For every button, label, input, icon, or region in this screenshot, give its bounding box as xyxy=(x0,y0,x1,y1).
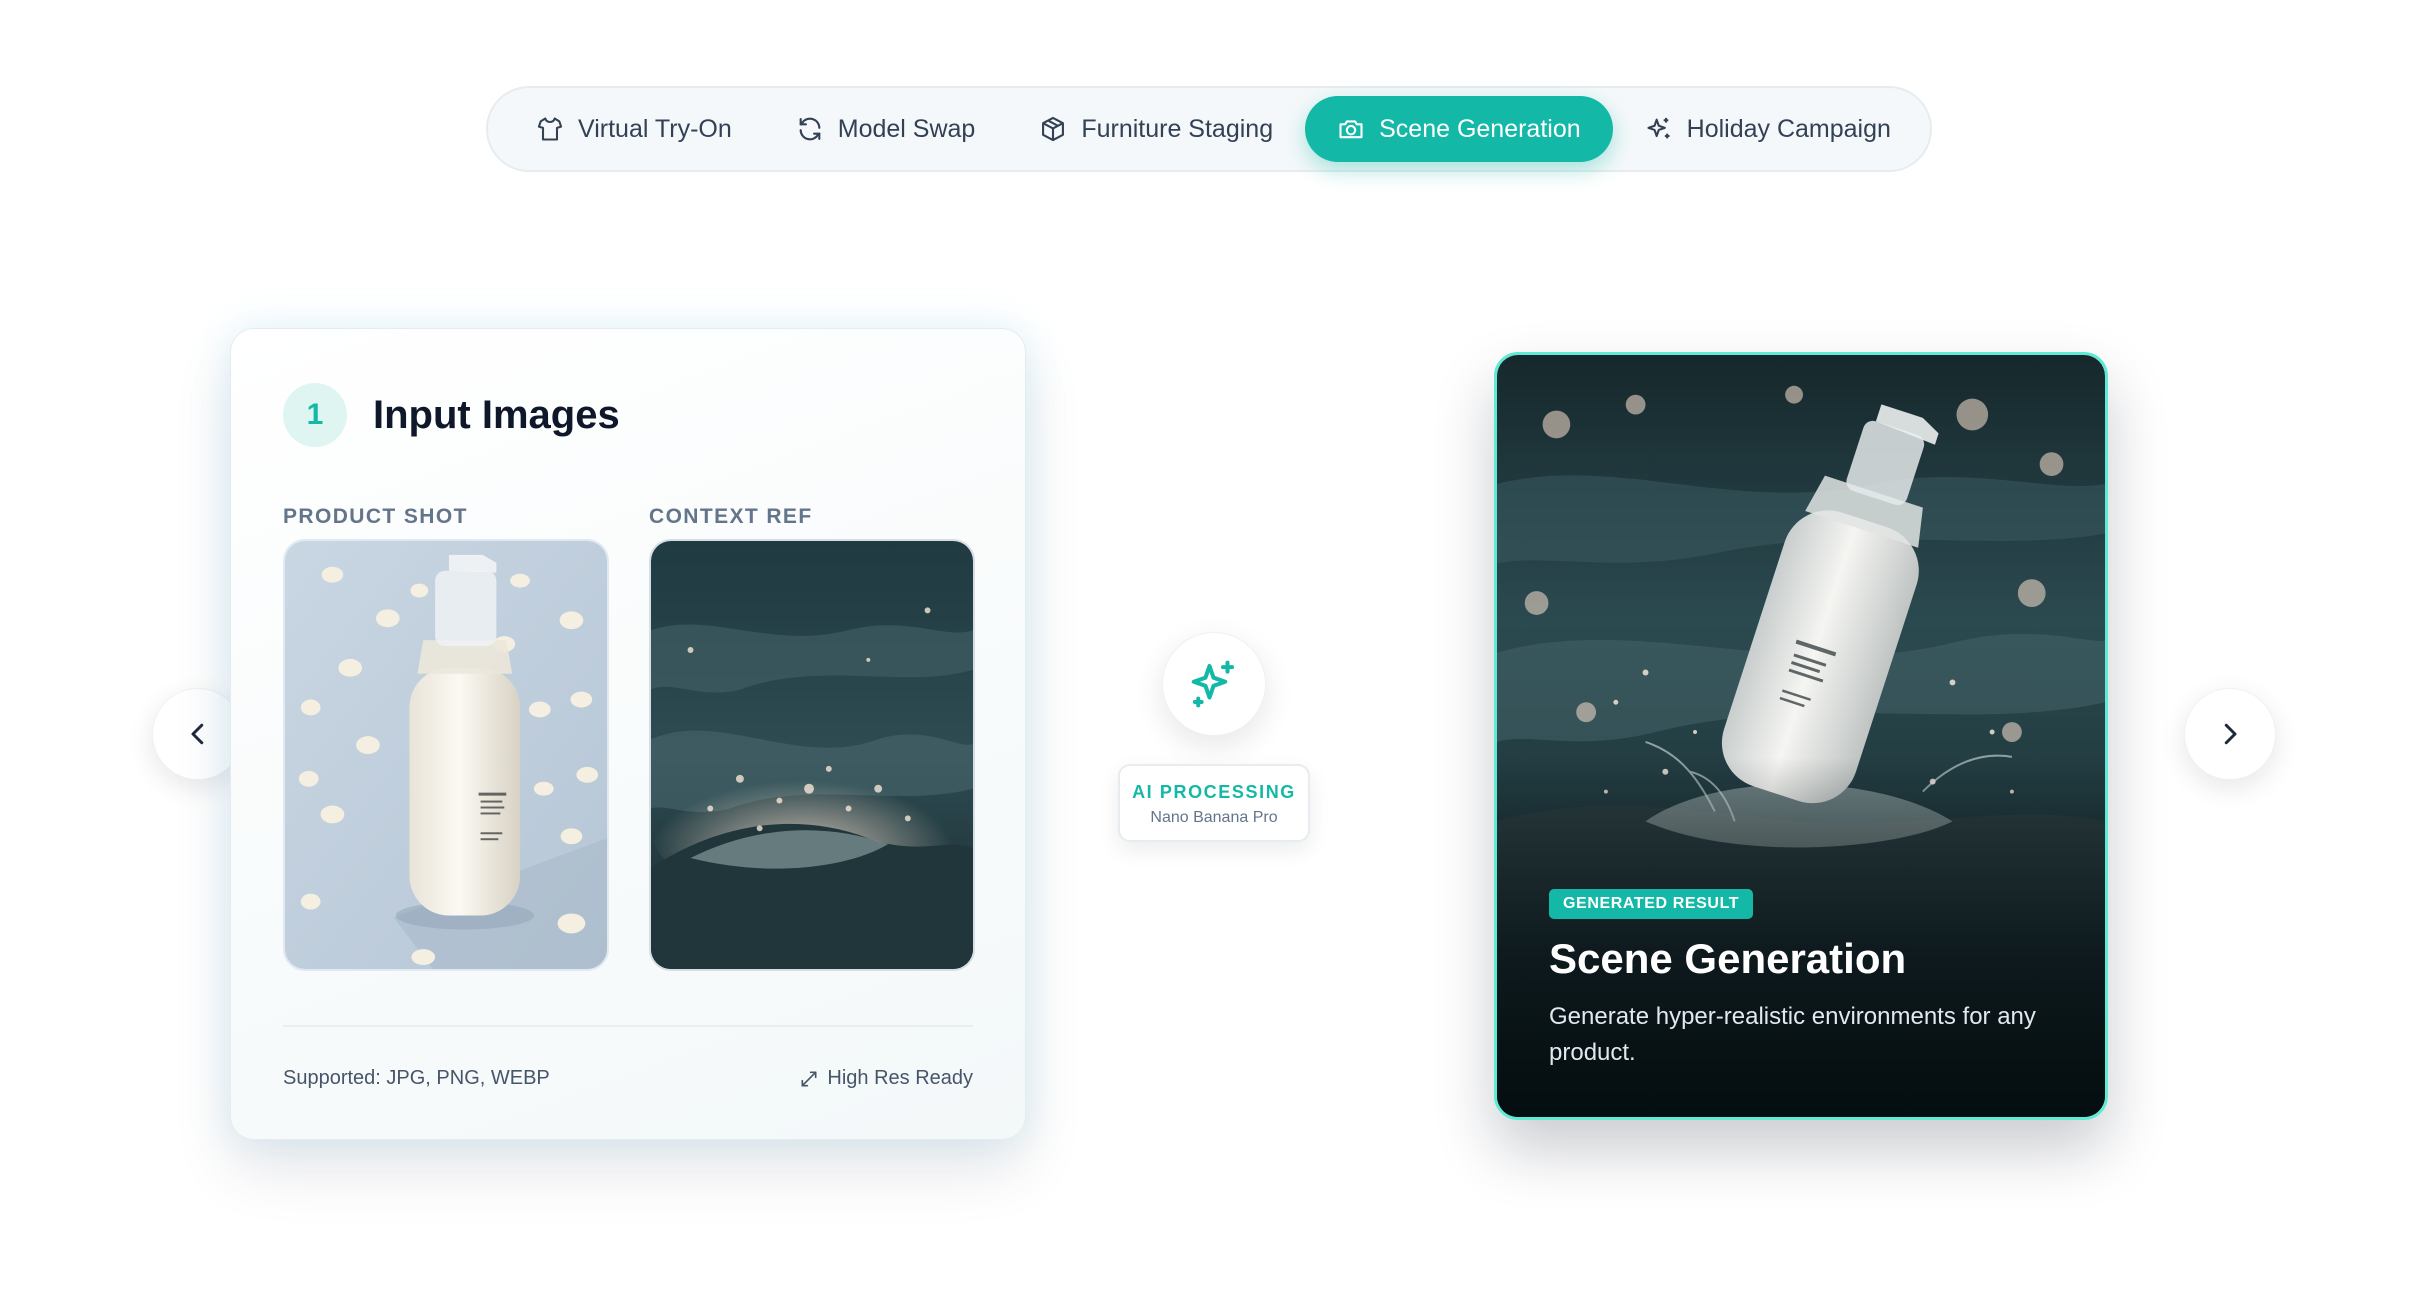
ai-model-name: Nano Banana Pro xyxy=(1150,809,1278,826)
tab-furniture-staging[interactable]: Furniture Staging xyxy=(1007,96,1305,162)
input-card-title: Input Images xyxy=(373,393,620,437)
high-res-indicator: High Res Ready xyxy=(799,1067,973,1090)
tab-label: Furniture Staging xyxy=(1081,114,1274,143)
context-ref-image[interactable] xyxy=(649,539,975,971)
product-shot-image[interactable] xyxy=(283,539,609,971)
tab-label: Holiday Campaign xyxy=(1686,114,1891,143)
chevron-right-icon xyxy=(2224,723,2237,745)
step-number-badge: 1 xyxy=(283,383,347,447)
feature-tab-bar: Virtual Try-On Model Swap Furniture Stag… xyxy=(486,86,1932,172)
ai-processing-badge: AI PROCESSING Nano Banana Pro xyxy=(1118,764,1310,842)
result-description: Generate hyper-realistic environments fo… xyxy=(1549,1003,2036,1066)
chevron-left-icon xyxy=(191,723,204,745)
ai-processing-title: AI PROCESSING xyxy=(1132,782,1296,802)
next-slide-button[interactable] xyxy=(2184,688,2276,780)
tab-holiday-campaign[interactable]: Holiday Campaign xyxy=(1613,96,1923,162)
high-res-text: High Res Ready xyxy=(827,1067,973,1089)
generated-result-card[interactable]: GENERATED RESULT Scene Generation Genera… xyxy=(1494,352,2108,1120)
tab-label: Model Swap xyxy=(837,114,976,143)
box-icon xyxy=(1042,116,1065,142)
expand-icon xyxy=(801,1071,817,1086)
camera-icon xyxy=(1339,120,1363,139)
result-title: Scene Generation xyxy=(1549,935,1907,982)
context-ref-label: CONTEXT REF xyxy=(649,505,813,528)
shirt-icon xyxy=(537,117,563,141)
card-divider xyxy=(283,1025,973,1027)
input-images-card: 1 Input Images PRODUCT SHOT CONTEXT REF xyxy=(230,328,1026,1140)
tab-model-swap[interactable]: Model Swap xyxy=(764,96,1008,162)
product-shot-label: PRODUCT SHOT xyxy=(283,505,468,528)
ai-processing-orb xyxy=(1162,632,1266,736)
sparkles-icon xyxy=(1647,117,1670,139)
sparkles-icon xyxy=(1191,660,1235,708)
generated-result-badge: GENERATED RESULT xyxy=(1549,889,1754,919)
supported-formats-text: Supported: JPG, PNG, WEBP xyxy=(283,1067,550,1089)
tab-label: Scene Generation xyxy=(1379,114,1581,143)
refresh-icon xyxy=(799,117,821,141)
tab-virtual-try-on[interactable]: Virtual Try-On xyxy=(504,96,764,162)
tab-scene-generation[interactable]: Scene Generation xyxy=(1305,96,1613,162)
tab-label: Virtual Try-On xyxy=(578,114,732,143)
